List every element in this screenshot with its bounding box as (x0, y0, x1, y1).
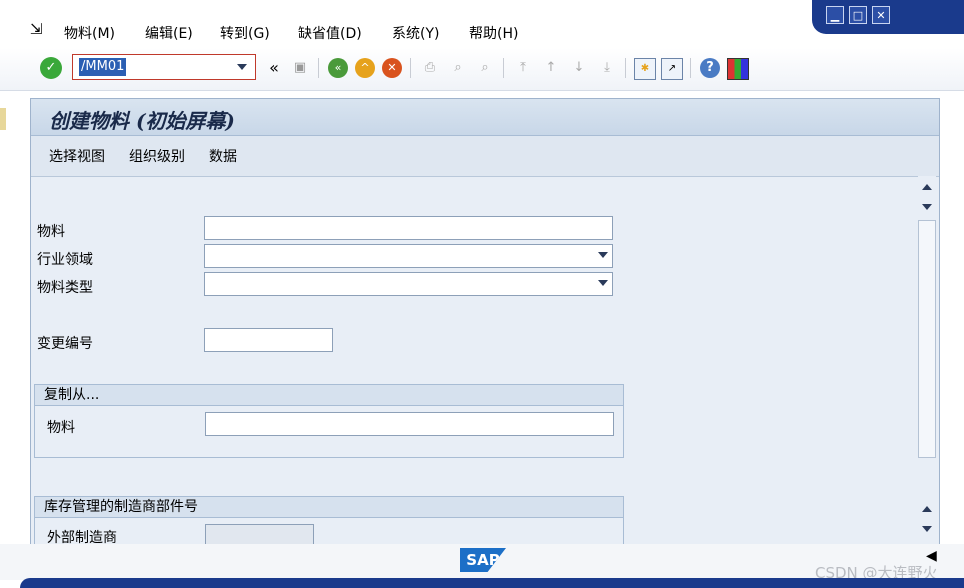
chevron-down-icon[interactable] (598, 252, 608, 258)
maximize-icon[interactable]: □ (849, 6, 867, 24)
last-page-icon[interactable]: ⤓ (597, 58, 617, 78)
exit-icon[interactable]: ^ (355, 58, 375, 78)
previous-page-icon[interactable]: ↑ (541, 58, 561, 78)
help-icon[interactable]: ? (700, 58, 720, 78)
menu-goto[interactable]: 转到(G) (220, 23, 270, 43)
copy-material-input[interactable] (205, 412, 614, 436)
menu-edit[interactable]: 编辑(E) (145, 23, 193, 43)
shortcut-icon[interactable]: ↗ (661, 58, 683, 80)
data-button[interactable]: 数据 (209, 146, 237, 166)
scroll-thumb[interactable] (918, 220, 936, 458)
chevron-down-icon[interactable] (598, 280, 608, 286)
copy-from-header: 复制从... (35, 385, 623, 406)
find-icon[interactable]: ⌕ (448, 58, 468, 78)
menu-defaults[interactable]: 缺省值(D) (298, 23, 362, 43)
menu-system[interactable]: 系统(Y) (392, 23, 439, 43)
sap-logo: SAP (460, 548, 506, 572)
scroll-up-icon[interactable] (922, 184, 932, 190)
mpn-header: 库存管理的制造商部件号 (35, 497, 623, 518)
back-icon[interactable]: « (328, 58, 348, 78)
title-bar: 创建物料 (初始屏幕) (31, 99, 939, 136)
chevron-down-icon[interactable] (237, 64, 247, 70)
org-levels-button[interactable]: 组织级别 (129, 146, 185, 166)
material-type-label: 物料类型 (37, 280, 93, 296)
change-number-input[interactable] (204, 328, 333, 352)
menu-exit-icon[interactable]: ⇲ (30, 20, 43, 38)
menu-help[interactable]: 帮助(H) (469, 23, 518, 43)
save-icon[interactable]: ▣ (290, 58, 310, 78)
page-title: 创建物料 (初始屏幕) (49, 109, 235, 133)
application-toolbar: 选择视图 组织级别 数据 (31, 136, 939, 177)
window-bottom-frame (20, 578, 964, 588)
new-session-icon[interactable]: ✱ (634, 58, 656, 80)
change-number-label: 变更编号 (37, 336, 93, 352)
industry-select[interactable] (204, 244, 613, 268)
copy-from-group: 复制从... 物料 (34, 384, 624, 458)
first-page-icon[interactable]: ⤒ (513, 58, 533, 78)
command-field[interactable]: /MM01 (72, 54, 256, 80)
window-controls: ▁ □ ✕ (812, 0, 964, 34)
enter-check-icon[interactable]: ✓ (40, 57, 62, 79)
material-type-select[interactable] (204, 272, 613, 296)
scroll-down-icon[interactable] (922, 204, 932, 210)
material-input[interactable] (204, 216, 613, 240)
scroll-up-icon[interactable] (922, 506, 932, 512)
mpn-group: 库存管理的制造商部件号 外部制造商 (34, 496, 624, 548)
customize-layout-icon[interactable] (727, 58, 749, 80)
command-text: /MM01 (79, 58, 127, 76)
status-bar: SAP ◀ CSDN @大连野火 (0, 544, 964, 582)
menu-bar: ⇲ 物料(M) 编辑(E) 转到(G) 缺省值(D) 系统(Y) 帮助(H) (0, 12, 810, 48)
select-views-button[interactable]: 选择视图 (49, 146, 105, 166)
copy-material-label: 物料 (47, 420, 75, 436)
scroll-down-icon[interactable] (922, 526, 932, 532)
next-page-icon[interactable]: ↓ (569, 58, 589, 78)
print-icon[interactable]: ⎙ (420, 58, 440, 78)
minimize-icon[interactable]: ▁ (826, 6, 844, 24)
find-next-icon[interactable]: ⌕ (475, 58, 495, 78)
left-edge-marker (0, 108, 6, 130)
industry-label: 行业领域 (37, 252, 93, 268)
menu-material[interactable]: 物料(M) (64, 23, 115, 43)
standard-toolbar: ✓ /MM01 « ▣ « ^ ✕ ⎙ ⌕ ⌕ ⤒ ↑ ↓ ⤓ ✱ ↗ ? (0, 48, 964, 91)
cancel-icon[interactable]: ✕ (382, 58, 402, 78)
main-screen: 创建物料 (初始屏幕) 选择视图 组织级别 数据 物料 行业领域 物料类型 变更… (30, 98, 940, 548)
close-icon[interactable]: ✕ (872, 6, 890, 24)
vertical-scrollbar[interactable] (918, 176, 936, 544)
material-label: 物料 (37, 224, 65, 240)
history-icon[interactable]: « (264, 58, 284, 78)
